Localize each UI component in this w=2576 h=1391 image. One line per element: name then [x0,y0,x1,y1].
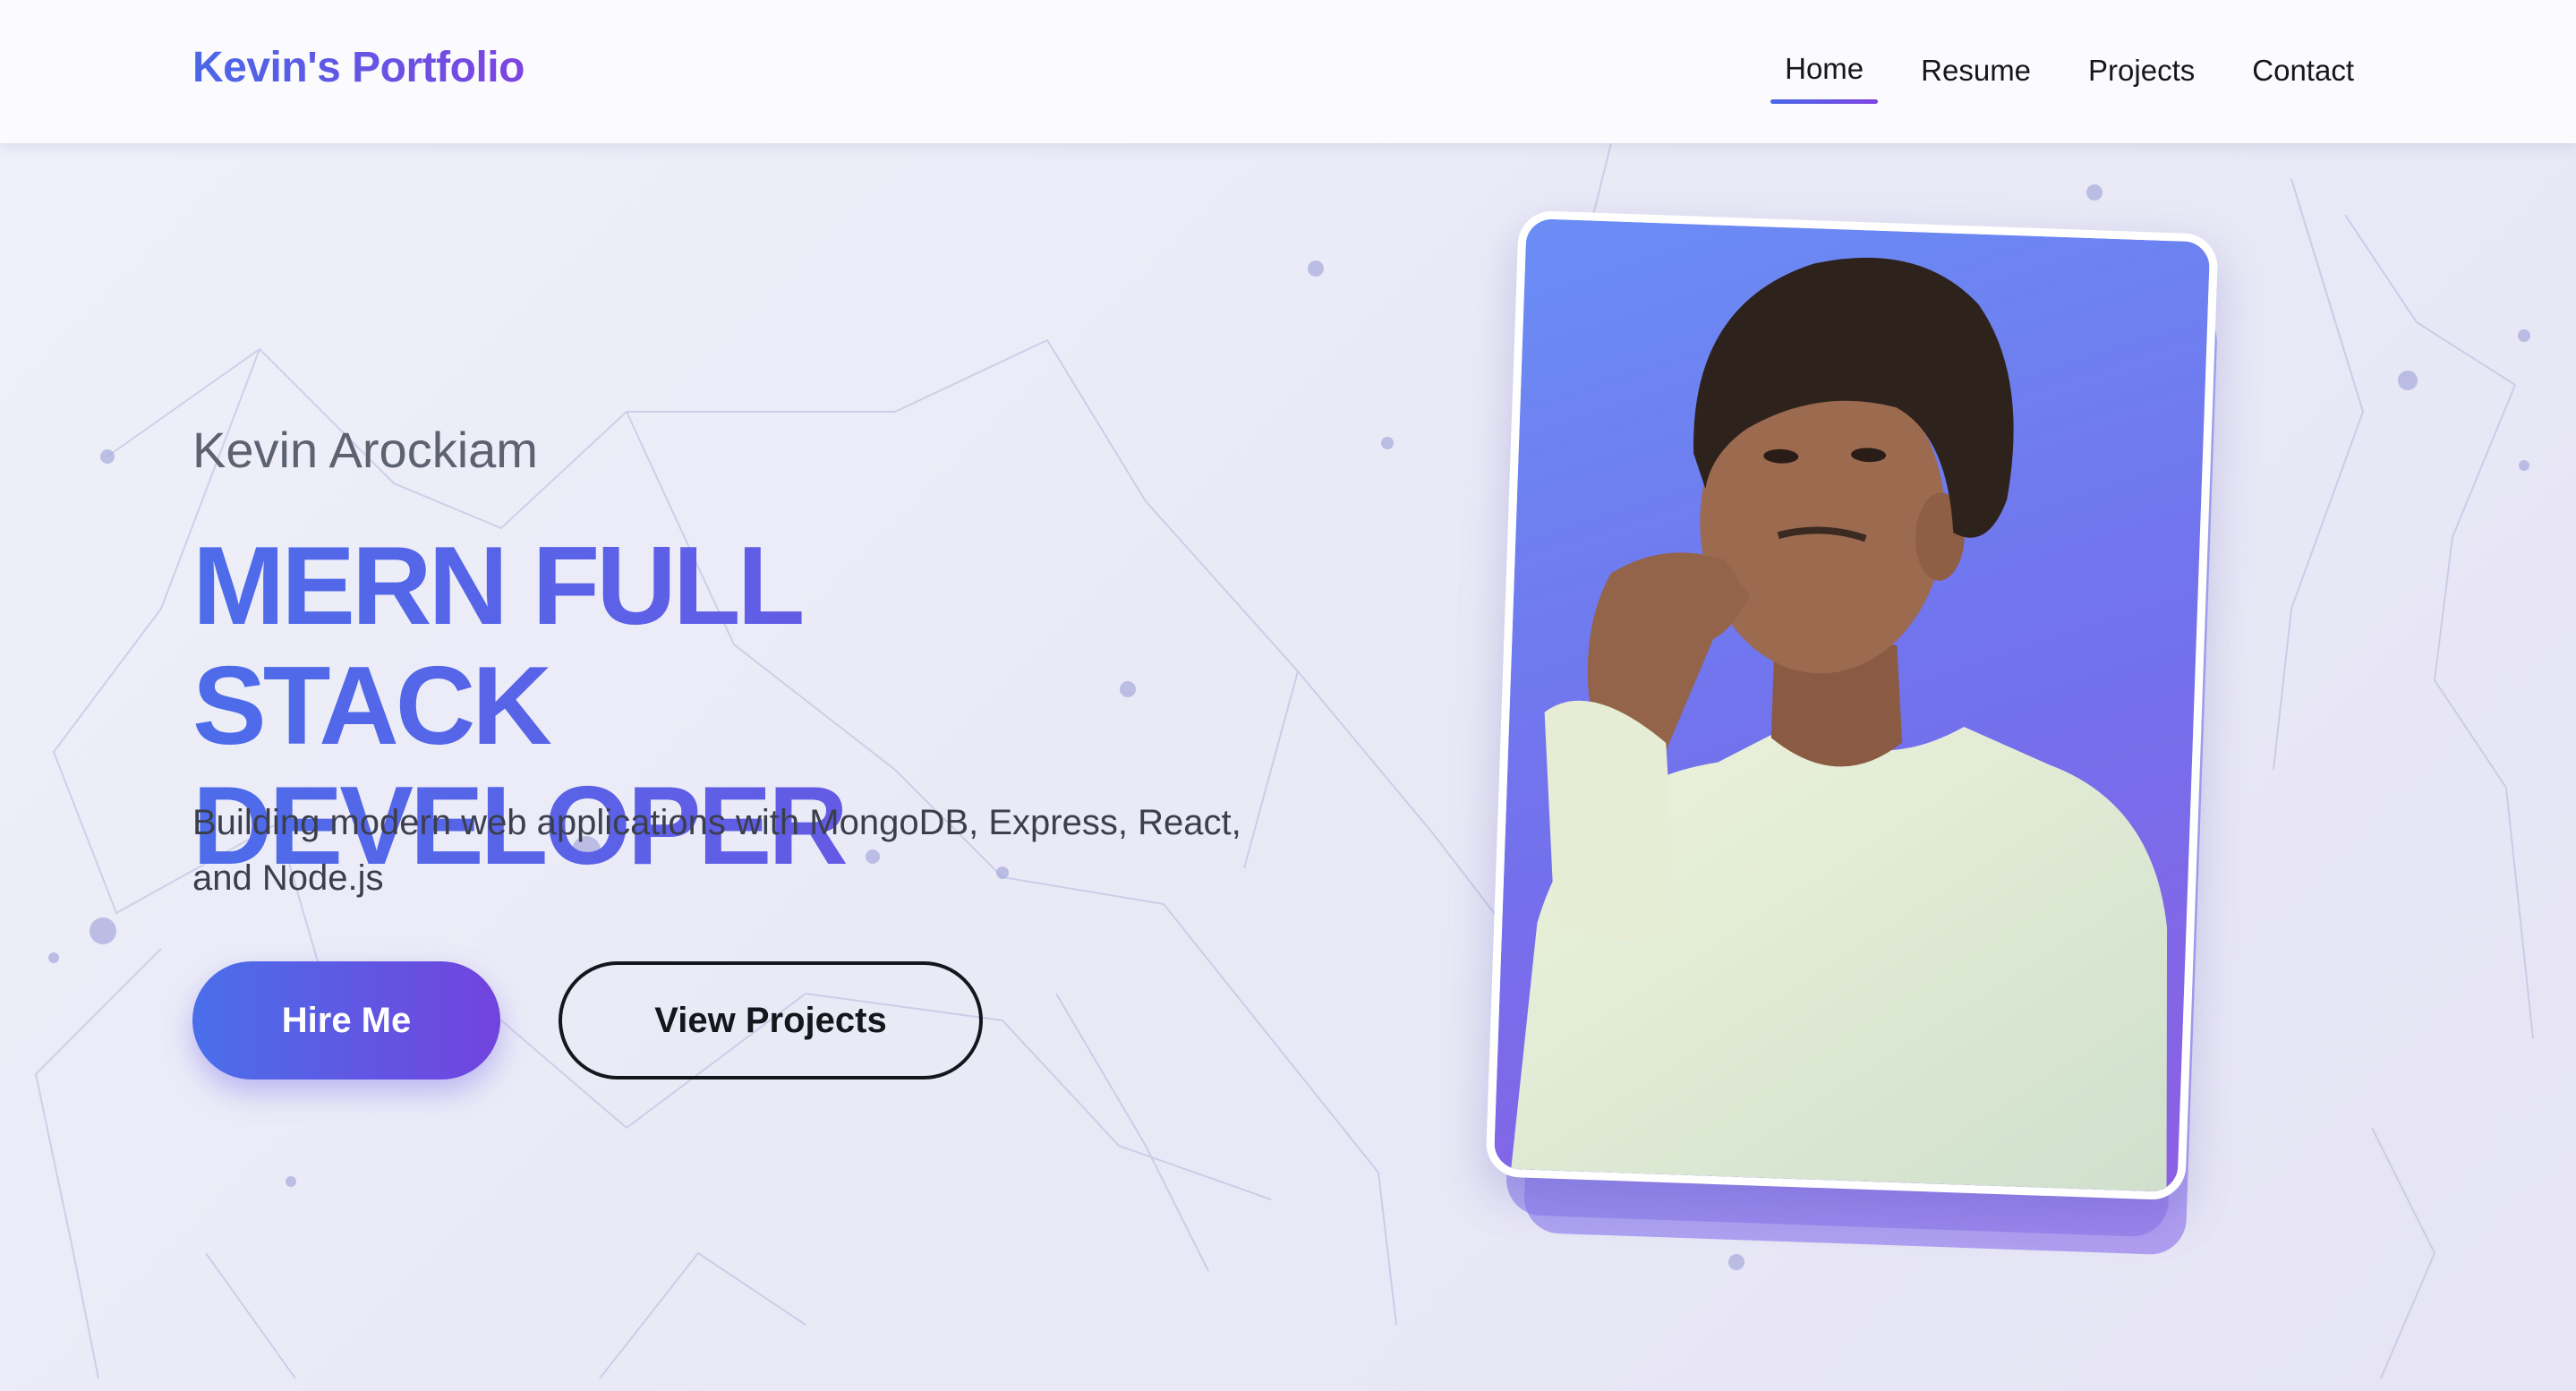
top-navbar: Kevin's Portfolio Home Resume Projects C… [0,0,2576,143]
nav-home[interactable]: Home [1770,47,1879,104]
profile-photo-frame [1485,209,2256,1289]
main-nav: Home Resume Projects Contact [1727,48,2354,106]
person-photo-icon [1511,257,2168,1192]
hero-name: Kevin Arockiam [192,422,538,478]
hire-me-button[interactable]: Hire Me [192,961,500,1080]
brand-logo[interactable]: Kevin's Portfolio [192,43,525,92]
nav-contact[interactable]: Contact [2252,48,2354,106]
view-projects-button[interactable]: View Projects [559,961,983,1080]
page: Kevin's Portfolio Home Resume Projects C… [0,0,2576,1391]
hero-title-line1: MERN FULL STACK [192,525,800,768]
nav-projects[interactable]: Projects [2088,48,2195,106]
profile-photo [1485,209,2219,1201]
nav-resume[interactable]: Resume [1921,48,2031,106]
hero-description: Building modern web applications with Mo… [192,803,1241,898]
